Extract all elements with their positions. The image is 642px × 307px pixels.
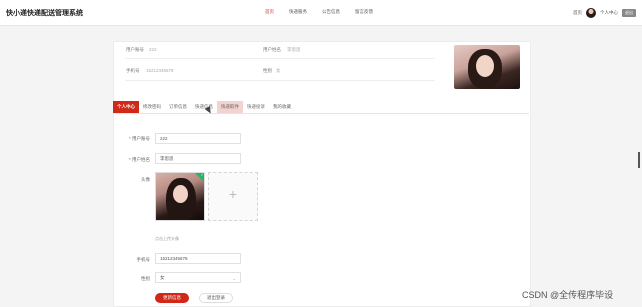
profile-photo [454,45,520,89]
name-label: * 用户姓名 [110,157,150,163]
tab-express-complaint[interactable]: 快递投诉 [243,101,269,113]
avatar-label: 头像 [141,177,150,182]
profile-name-value: 李思思 [287,47,301,52]
gender-select[interactable]: 女 ⌄ [155,272,241,283]
app-title: 快小递快递配送管理系统 [6,10,83,17]
name-label-text: 用户姓名 [132,157,150,162]
profile-account-value: 222 [149,47,157,52]
tab-express-pickup[interactable]: 快递取件 [217,101,243,113]
phone-label: 手机号 [136,257,151,262]
chevron-down-icon: ⌄ [232,276,236,281]
divider [125,58,435,59]
account-label-text: 用户账号 [132,136,150,141]
watermark: CSDN @全传程序毕设 [522,290,614,300]
tab-personal-center[interactable]: 个人中心 [113,101,139,113]
personal-center-link[interactable]: 个人中心 [600,10,618,16]
home-link[interactable]: 首页 [573,10,582,16]
profile-account-label: 用户账号 [126,47,144,52]
nav-feedback[interactable]: 留言反馈 [355,9,373,15]
photo-face [173,185,188,203]
photo-face [476,55,494,77]
name-input-value: 李思思 [160,155,174,161]
avatar-upload-preview[interactable]: ✓ [155,172,205,221]
account-input-value: 222 [160,136,168,141]
account-label: * 用户账号 [110,136,150,142]
upload-hint: 点击上传头像 [155,236,179,241]
check-icon: ✓ [200,172,204,177]
divider [125,80,435,81]
top-navigation-bar: 快小递快递配送管理系统 首页 快递服务 公告信息 留言反馈 首页 个人中心 退出 [0,0,642,26]
nav-home[interactable]: 首页 [265,9,274,15]
tab-favorites[interactable]: 我的收藏 [269,101,295,113]
user-menu: 首页 个人中心 退出 [573,6,636,20]
update-info-button[interactable]: 更新信息 [155,293,189,303]
avatar-upload-button[interactable]: + [208,172,258,221]
profile-gender-value: 女 [276,68,281,73]
profile-phone-label: 手机号 [126,68,140,73]
logout-button[interactable]: 退出 [622,9,636,17]
tab-change-password[interactable]: 修改密码 [139,101,165,113]
plus-icon: + [228,186,238,202]
scrollbar[interactable] [638,152,640,168]
logout-account-button[interactable]: 退出登录 [199,293,233,303]
account-input[interactable]: 222 [155,133,241,144]
gender-select-value: 女 [160,274,165,280]
name-input[interactable]: 李思思 [155,153,241,164]
tab-orders[interactable]: 订单信息 [165,101,191,113]
phone-input-value: 15212345678 [160,256,188,261]
nav-express-service[interactable]: 快递服务 [289,9,307,15]
avatar[interactable] [586,8,596,18]
gender-label: 性别 [141,276,150,281]
profile-tabs: 个人中心 修改密码 订单信息 快递信息 快递取件 快递投诉 我的收藏 [113,101,529,114]
profile-name-label: 用户姓名 [263,47,281,52]
phone-input[interactable]: 15212345678 [155,253,241,264]
profile-gender-label: 性别 [263,68,272,73]
profile-phone-value: 15212345678 [146,68,174,73]
nav-announcements[interactable]: 公告信息 [322,9,340,15]
